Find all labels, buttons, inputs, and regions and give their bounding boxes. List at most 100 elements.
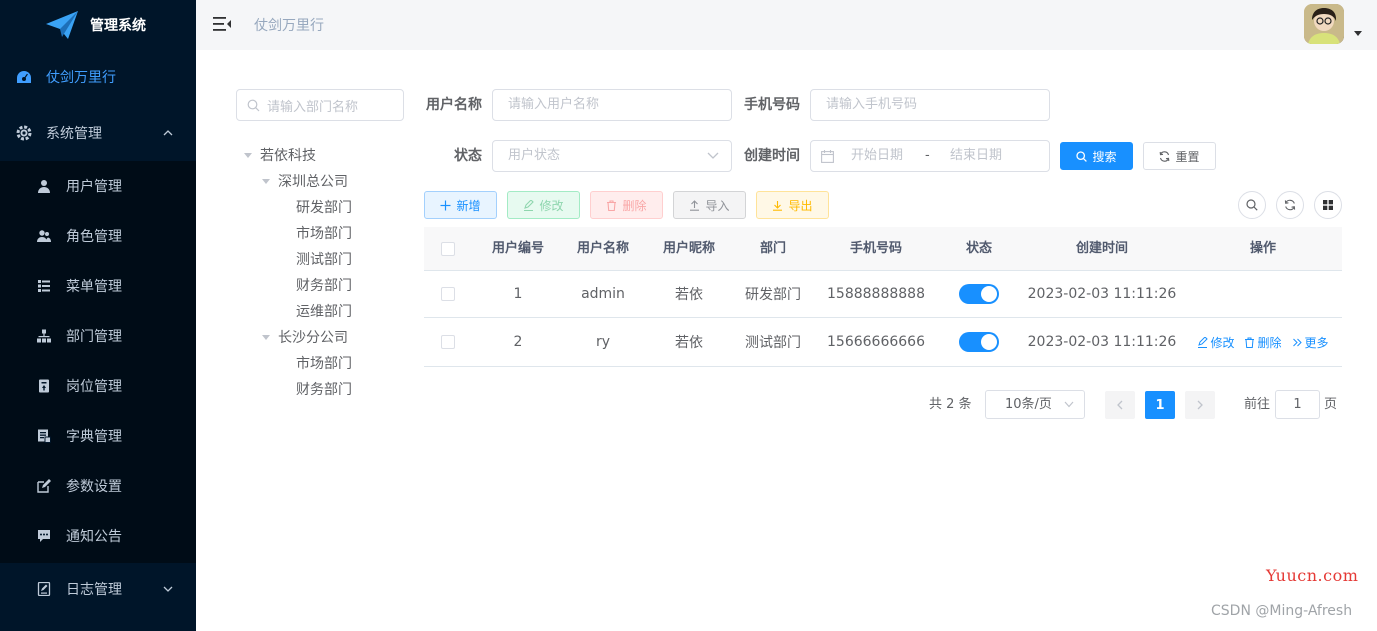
sidebar-item-logs[interactable]: 日志管理 <box>0 564 196 614</box>
reset-button-label: 重置 <box>1175 149 1200 164</box>
status-label: 状态 <box>454 148 482 164</box>
sidebar-item-home[interactable]: 仗剑万里行 <box>0 52 196 102</box>
row-delete-link[interactable]: 删除 <box>1244 334 1282 351</box>
row-checkbox[interactable] <box>441 287 455 301</box>
edit-icon <box>524 199 535 211</box>
tree-node-root[interactable]: 若依科技 <box>244 142 316 168</box>
dict-icon <box>36 428 52 444</box>
tree-node-leaf[interactable]: 测试部门 <box>296 246 352 272</box>
sidebar-item-label: 日志管理 <box>66 582 122 598</box>
username-input[interactable]: 请输入用户名称 <box>492 89 732 121</box>
cell-nickname: 若依 <box>675 287 703 303</box>
sidebar-item-system[interactable]: 系统管理 <box>0 108 196 158</box>
edit-button[interactable]: 修改 <box>507 191 580 219</box>
cell-username: admin <box>581 286 625 302</box>
sidebar-item-label: 参数设置 <box>66 479 122 495</box>
status-select[interactable]: 用户状态 <box>492 140 732 172</box>
tree-node-branch[interactable]: 深圳总公司 <box>262 168 348 194</box>
search-icon <box>1246 199 1258 211</box>
tree-node-leaf[interactable]: 市场部门 <box>296 220 352 246</box>
download-icon <box>773 200 783 211</box>
tree-node-label: 若依科技 <box>260 148 316 164</box>
columns-button[interactable] <box>1314 191 1342 219</box>
tree-node-label: 深圳总公司 <box>278 174 348 190</box>
sidebar-item-label: 用户管理 <box>66 179 122 195</box>
next-page-button[interactable] <box>1185 391 1215 419</box>
trash-icon <box>1245 337 1255 348</box>
header-checkbox-cell <box>424 227 472 270</box>
sidebar-item-notices[interactable]: 通知公告 <box>0 511 196 561</box>
prev-page-button[interactable] <box>1105 391 1135 419</box>
sidebar-item-depts[interactable]: 部门管理 <box>0 311 196 361</box>
tree-node-label: 研发部门 <box>296 200 352 216</box>
table-row[interactable]: 1 admin 若依 研发部门 15888888888 2023-02-03 1… <box>424 271 1342 318</box>
caret-down-icon <box>244 153 252 158</box>
tree-node-label: 市场部门 <box>296 356 352 372</box>
plus-icon <box>440 200 451 210</box>
sidebar-item-dicts[interactable]: 字典管理 <box>0 411 196 461</box>
column-header: 部门 <box>759 241 786 256</box>
caret-down-icon[interactable] <box>1354 31 1362 37</box>
status-placeholder: 用户状态 <box>508 148 561 163</box>
table-row[interactable]: 2 ry 若依 测试部门 15666666666 2023-02-03 11:1… <box>424 318 1342 367</box>
tree-table-icon <box>36 278 52 294</box>
avatar[interactable] <box>1304 4 1344 44</box>
goto-page-input[interactable]: 1 <box>1275 390 1320 419</box>
page-size-select[interactable]: 10条/页 <box>985 390 1085 419</box>
sidebar-item-roles[interactable]: 角色管理 <box>0 211 196 261</box>
toggle-search-button[interactable] <box>1238 191 1266 219</box>
logo[interactable]: 管理系统 <box>0 0 196 50</box>
export-button[interactable]: 导出 <box>756 191 829 219</box>
hamburger-fold-icon[interactable] <box>213 16 231 32</box>
refresh-button[interactable] <box>1276 191 1304 219</box>
row-more-link[interactable]: 更多 <box>1292 334 1329 351</box>
delete-button[interactable]: 删除 <box>590 191 663 219</box>
tree-node-leaf[interactable]: 财务部门 <box>296 376 352 402</box>
tree-node-leaf[interactable]: 研发部门 <box>296 194 352 220</box>
cell-created-time: 2023-02-03 11:11:26 <box>1027 334 1177 350</box>
row-edit-label: 修改 <box>1210 335 1235 350</box>
cell-nickname: 若依 <box>675 335 703 351</box>
sidebar-item-menus[interactable]: 菜单管理 <box>0 261 196 311</box>
start-date-placeholder[interactable]: 开始日期 <box>851 141 903 171</box>
tree-node-leaf[interactable]: 运维部门 <box>296 298 352 324</box>
search-icon <box>1076 150 1088 162</box>
paper-plane-icon <box>46 11 78 39</box>
watermark-site: Yuucn.com <box>1266 566 1359 585</box>
search-button[interactable]: 搜索 <box>1060 142 1133 170</box>
edit-icon <box>1198 336 1209 348</box>
add-button[interactable]: 新增 <box>424 191 497 219</box>
tree-node-leaf[interactable]: 市场部门 <box>296 350 352 376</box>
chevron-down-icon <box>163 586 173 592</box>
sidebar-item-posts[interactable]: 岗位管理 <box>0 361 196 411</box>
edit-icon <box>36 478 52 494</box>
column-header: 操作 <box>1249 241 1276 256</box>
dept-search-input[interactable]: 请输入部门名称 <box>236 89 404 121</box>
reset-button[interactable]: 重置 <box>1143 142 1216 170</box>
sidebar-item-label: 字典管理 <box>66 429 122 445</box>
watermark-credit: CSDN @Ming-Afresh <box>1211 603 1353 619</box>
peoples-icon <box>36 228 52 244</box>
sidebar-item-config[interactable]: 参数设置 <box>0 461 196 511</box>
message-icon <box>36 528 52 544</box>
status-switch[interactable] <box>959 284 999 304</box>
chevron-left-icon <box>1117 400 1123 410</box>
page-number-current[interactable]: 1 <box>1145 391 1175 419</box>
import-button[interactable]: 导入 <box>673 191 746 219</box>
select-all-checkbox[interactable] <box>441 241 455 256</box>
double-arrow-right-icon <box>1292 338 1302 346</box>
page-size-value: 10条/页 <box>1005 397 1052 412</box>
breadcrumb[interactable]: 仗剑万里行 <box>254 15 324 35</box>
tree-node-leaf[interactable]: 财务部门 <box>296 272 352 298</box>
cell-created-time: 2023-02-03 11:11:26 <box>1027 286 1177 302</box>
phone-input[interactable]: 请输入手机号码 <box>810 89 1050 121</box>
date-range-picker[interactable]: 开始日期 - 结束日期 <box>810 140 1050 172</box>
add-button-label: 新增 <box>456 198 481 213</box>
tree-node-branch[interactable]: 长沙分公司 <box>262 324 348 350</box>
end-date-placeholder[interactable]: 结束日期 <box>950 141 1002 171</box>
chevron-up-icon <box>163 130 173 136</box>
row-checkbox[interactable] <box>441 335 455 349</box>
row-edit-link[interactable]: 修改 <box>1197 334 1234 351</box>
status-switch[interactable] <box>959 332 999 352</box>
sidebar-item-users[interactable]: 用户管理 <box>0 161 196 211</box>
